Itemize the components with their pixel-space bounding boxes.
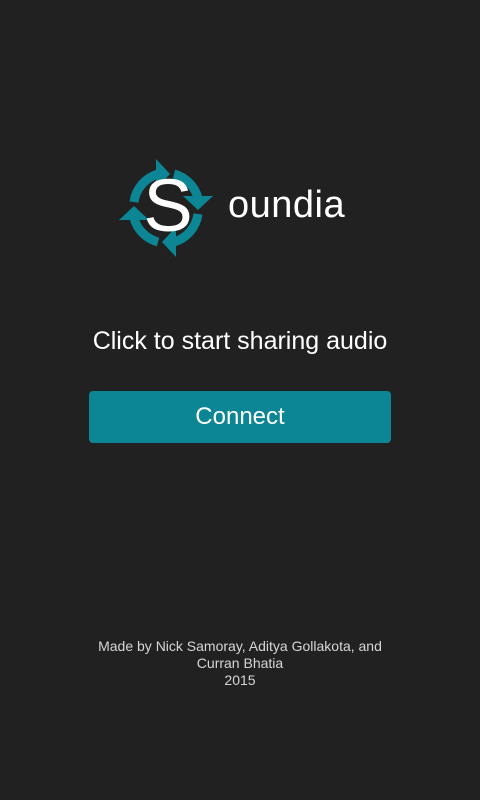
app-logo: S oundia [108, 150, 368, 266]
logo-letter: S [143, 164, 193, 247]
logo-wordmark: oundia [228, 184, 346, 226]
credits-year: 2015 [224, 672, 256, 688]
main-screen: S oundia Click to start sharing audio Co… [0, 0, 480, 800]
connect-button[interactable]: Connect [89, 391, 391, 443]
credits: Made by Nick Samoray, Aditya Gollakota, … [70, 638, 410, 689]
credits-authors-line-2: Curran Bhatia [196, 655, 284, 671]
credits-authors-line: Made by Nick Samoray, Aditya Gollakota, … [98, 638, 382, 654]
instruction-text: Click to start sharing audio [92, 327, 388, 355]
